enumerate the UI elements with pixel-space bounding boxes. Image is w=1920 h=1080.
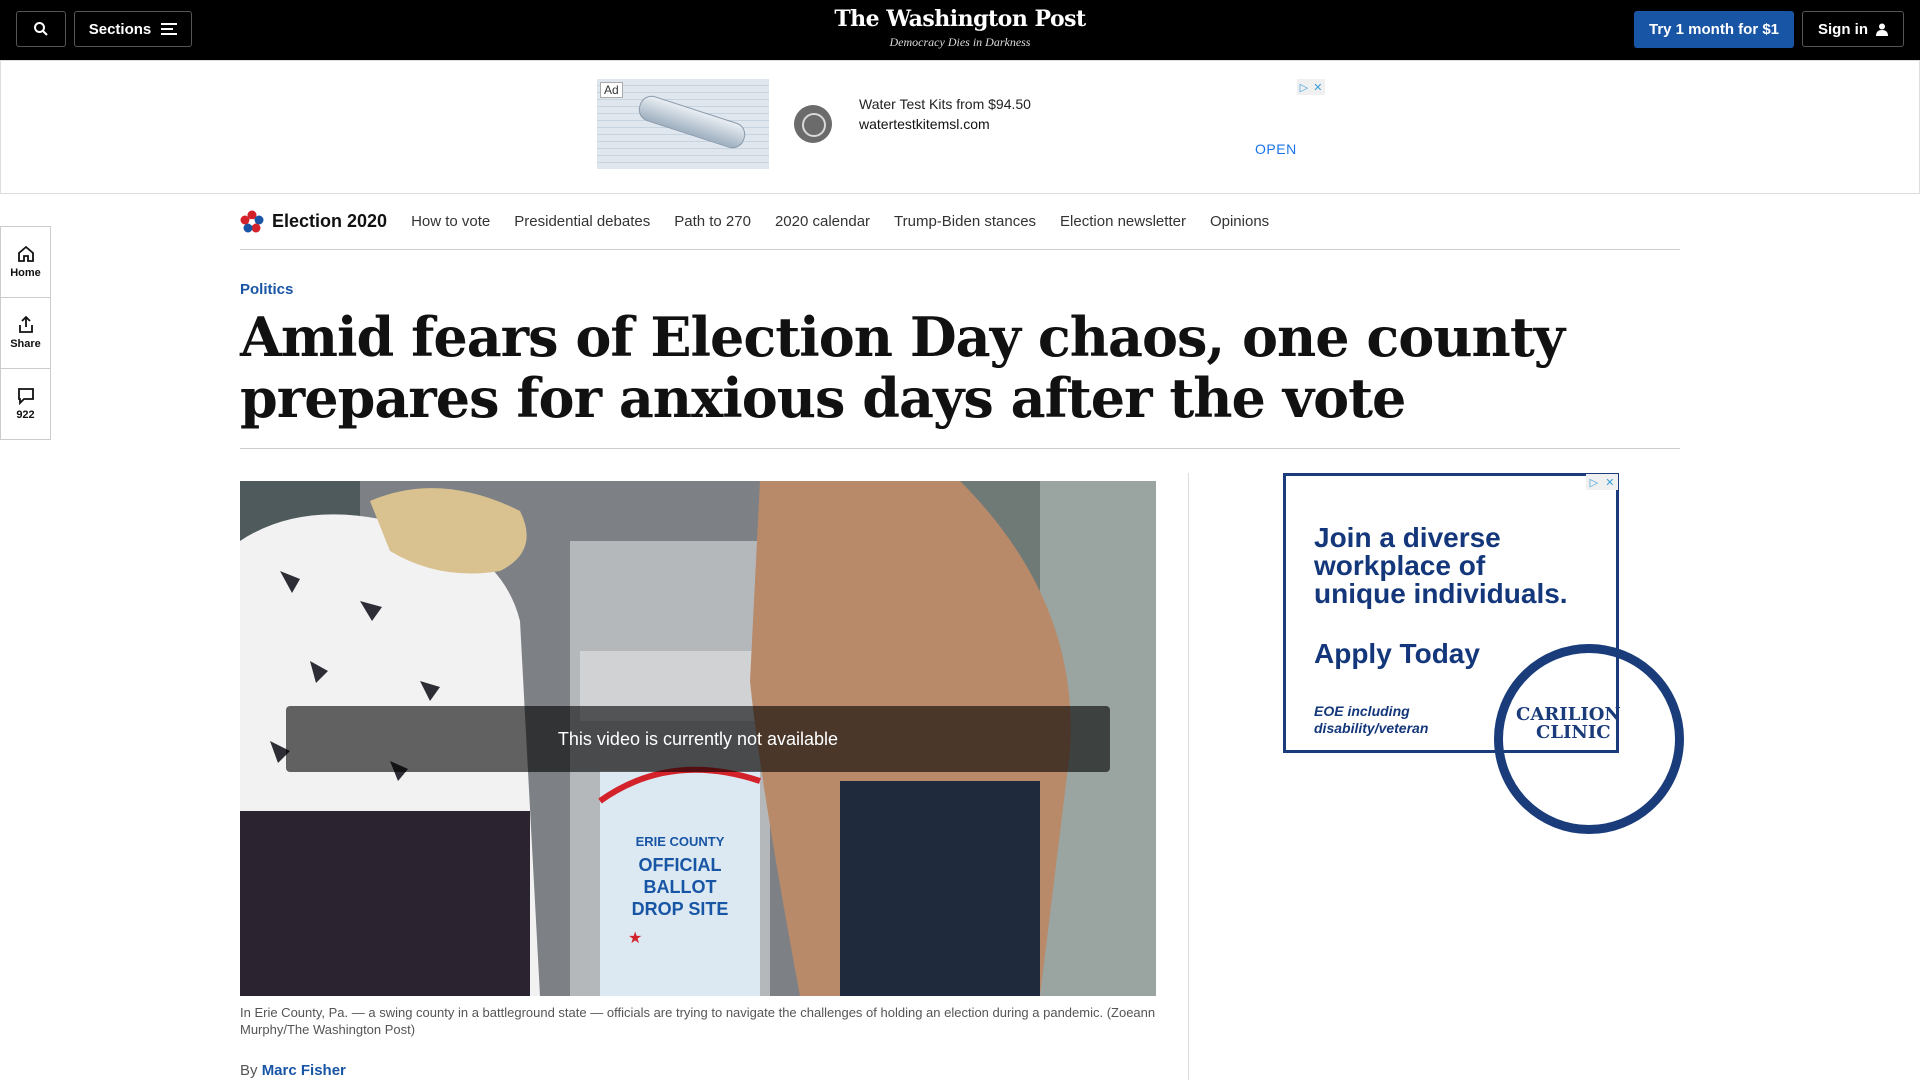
- comments-count: 922: [16, 409, 35, 421]
- media-caption: In Erie County, Pa. — a swing county in …: [240, 1005, 1156, 1037]
- comments-button[interactable]: 922: [0, 368, 51, 440]
- user-icon: [1876, 23, 1888, 36]
- sign-line-2: OFFICIAL: [639, 855, 722, 875]
- top-navigation-bar: Sections The Washington Post Democracy D…: [0, 0, 1920, 60]
- site-tagline: Democracy Dies in Darkness: [889, 35, 1031, 49]
- adchoices-icon[interactable]: ▷ ✕: [1297, 79, 1325, 95]
- sections-button[interactable]: Sections: [74, 11, 192, 47]
- ad-product-image: [597, 79, 769, 169]
- advertiser-logo-line: CLINIC: [1536, 722, 1611, 743]
- author-link[interactable]: Marc Fisher: [262, 1062, 346, 1079]
- ad-copy-line: Join a diverse: [1314, 522, 1501, 553]
- sign-line-4: DROP SITE: [632, 899, 729, 919]
- sign-in-button[interactable]: Sign in: [1802, 11, 1904, 47]
- left-action-rail: Home Share 922: [0, 226, 51, 440]
- adchoices-icon[interactable]: ▷ ✕: [1586, 474, 1618, 490]
- nav-2020-calendar[interactable]: 2020 calendar: [775, 213, 870, 230]
- top-banner-ad[interactable]: Ad Water Test Kits from $94.50 watertest…: [597, 79, 1325, 169]
- headline-divider: [240, 448, 1680, 449]
- election-2020-brand[interactable]: Election 2020: [240, 210, 387, 234]
- sidebar-ad[interactable]: ▷ ✕ Join a diverse workplace of unique in…: [1283, 473, 1684, 834]
- advertiser-logo: CARILION CLINIC: [1516, 706, 1621, 742]
- ad-copy-line: workplace of: [1314, 550, 1486, 581]
- ad-eoe-line: EOE including: [1314, 703, 1410, 719]
- masthead[interactable]: The Washington Post Democracy Dies in Da…: [810, 6, 1110, 50]
- comment-icon: [17, 388, 34, 405]
- home-icon: [17, 245, 34, 262]
- byline: By Marc Fisher: [240, 1062, 346, 1079]
- ad-copy-line: unique individuals.: [1314, 578, 1568, 609]
- section-kicker[interactable]: Politics: [240, 281, 293, 298]
- nav-election-newsletter[interactable]: Election newsletter: [1060, 213, 1186, 230]
- share-icon: [18, 316, 33, 333]
- svg-text:★: ★: [628, 930, 642, 947]
- election-2020-label: Election 2020: [272, 211, 388, 231]
- nav-opinions[interactable]: Opinions: [1210, 213, 1269, 230]
- ad-eoe-note: EOE including disability/veteran: [1314, 703, 1428, 737]
- top-ad-container: Ad Water Test Kits from $94.50 watertest…: [0, 60, 1920, 194]
- search-button[interactable]: [16, 11, 66, 47]
- menu-icon: [161, 23, 178, 35]
- sections-label: Sections: [88, 20, 152, 38]
- ad-eoe-line: disability/veteran: [1314, 720, 1429, 736]
- column-divider: [1188, 473, 1189, 1080]
- article-video-player[interactable]: ERIE COUNTY OFFICIAL BALLOT DROP SITE ★ …: [240, 481, 1156, 996]
- election-2020-nav: Election 2020 How to vote Presidential d…: [240, 194, 1680, 250]
- globe-icon: [794, 105, 832, 143]
- site-logo[interactable]: The Washington Post: [810, 6, 1110, 32]
- nav-presidential-debates[interactable]: Presidential debates: [514, 213, 650, 230]
- ad-url[interactable]: watertestkitemsl.com: [859, 116, 990, 132]
- election-star-icon: [240, 210, 264, 232]
- byline-prefix: By: [240, 1062, 258, 1079]
- sign-line-3: BALLOT: [644, 877, 717, 897]
- home-button[interactable]: Home: [0, 226, 51, 298]
- search-icon: [34, 22, 48, 36]
- video-unavailable-message: This video is currently not available: [286, 706, 1110, 772]
- nav-how-to-vote[interactable]: How to vote: [411, 213, 490, 230]
- share-label: Share: [10, 338, 41, 350]
- ad-headline[interactable]: Water Test Kits from $94.50: [859, 96, 1031, 112]
- nav-trump-biden-stances[interactable]: Trump-Biden stances: [894, 213, 1036, 230]
- article-headline: Amid fears of Election Day chaos, one co…: [240, 305, 1565, 430]
- subscribe-button[interactable]: Try 1 month for $1: [1634, 11, 1794, 48]
- sign-in-label: Sign in: [1818, 20, 1868, 38]
- ad-apply-cta[interactable]: Apply Today: [1314, 638, 1480, 670]
- home-label: Home: [10, 267, 41, 279]
- ad-open-link[interactable]: OPEN: [1255, 141, 1297, 157]
- share-button[interactable]: Share: [0, 297, 51, 369]
- nav-path-to-270[interactable]: Path to 270: [674, 213, 751, 230]
- ad-copy: Join a diverse workplace of unique indiv…: [1314, 524, 1568, 608]
- ad-label: Ad: [600, 82, 623, 98]
- sign-line-1: ERIE COUNTY: [636, 834, 725, 849]
